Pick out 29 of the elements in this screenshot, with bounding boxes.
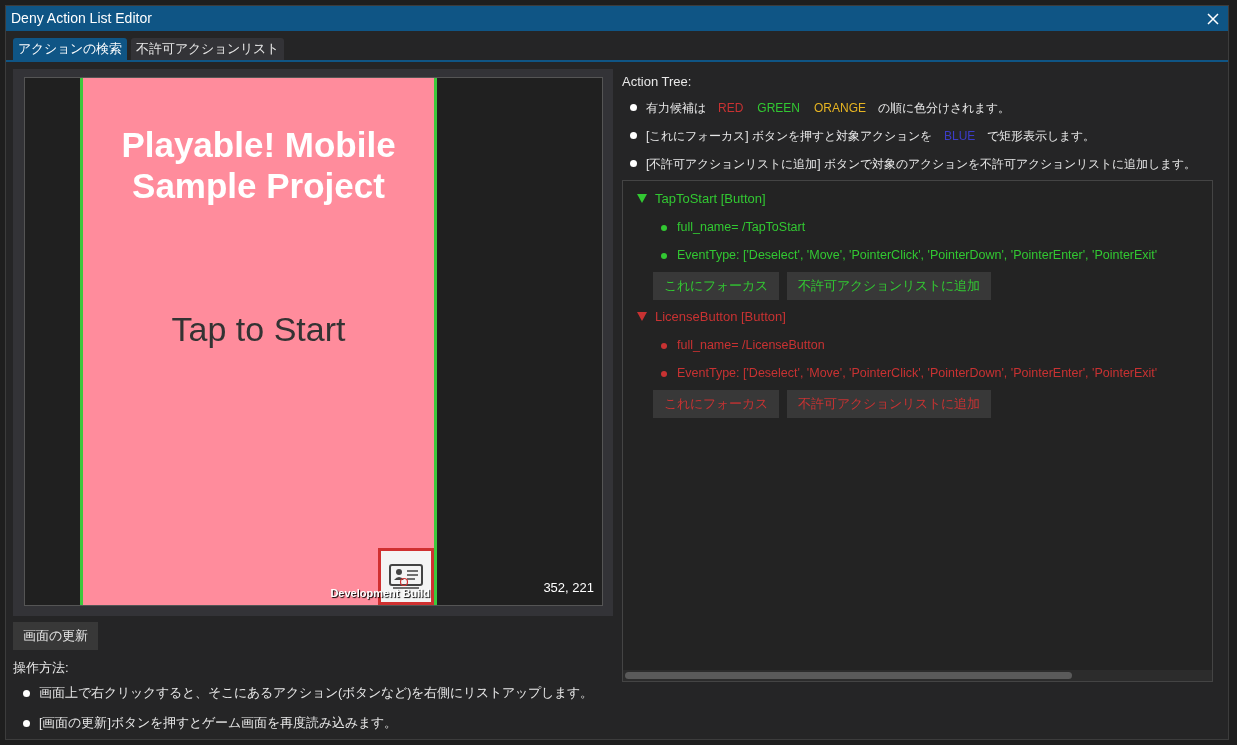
add-to-deny-list-button[interactable]: 不許可アクションリストに追加 (787, 271, 991, 300)
color-keyword: BLUE (943, 127, 977, 145)
action-tree-heading: Action Tree: (622, 73, 693, 91)
color-keyword: RED (717, 99, 745, 117)
coordinates-text: 352, 221 (543, 578, 594, 597)
note-text: [不許可アクションリストに追加] ボタンで対象のアクションを不許可アクションリストに追加します。 (646, 155, 1196, 173)
tap-to-start-text: Tap to Start (171, 309, 346, 350)
tab[interactable]: 不許可アクションリスト (131, 38, 284, 60)
window-title: Deny Action List Editor (11, 9, 152, 28)
tree-item-text: EventType: ['Deselect', 'Move', 'PointerClick', 'PointerDown', 'PointerEnter', 'PointerExit' (677, 365, 1158, 383)
instruction-text: [画面の更新]ボタンを押すとゲーム画面を再度読み込みます。 (39, 714, 397, 732)
note-text: で矩形表示します。 (987, 127, 1096, 145)
note-text: の順に色分けされます。 (878, 99, 1011, 117)
color-keyword: GREEN (756, 99, 802, 117)
note-text: [これにフォーカス] ボタンを押すと対象アクションを (646, 127, 932, 145)
instructions-heading: 操作方法: (13, 659, 70, 677)
focus-button[interactable]: これにフォーカス (653, 271, 779, 300)
refresh-button[interactable]: 画面の更新 (13, 622, 98, 650)
tree-item-text: full_name= /LicenseButton (677, 337, 825, 355)
build-label: Development Build (330, 585, 430, 601)
game-title: Playable! Mobile Sample Project (120, 124, 397, 206)
tree-node-label[interactable]: TapToStart [Button] (655, 188, 766, 209)
color-keyword: ORANGE (813, 99, 868, 117)
game-canvas[interactable]: Playable! Mobile Sample Project Tap to Start Development Build 352, 221 (24, 77, 603, 606)
tree-item-text: EventType: ['Deselect', 'Move', 'PointerClick', 'PointerDown', 'PointerEnter', 'PointerExit' (677, 247, 1158, 265)
instruction-text: 画面上で右クリックすると、そこにあるアクション(ボタンなど)を右側にリストアップします。 (39, 684, 594, 702)
tree-item-text: full_name= /TapToStart (677, 219, 806, 237)
tab[interactable]: アクションの検索 (13, 38, 127, 60)
note-text: 有力候補は (646, 99, 706, 117)
